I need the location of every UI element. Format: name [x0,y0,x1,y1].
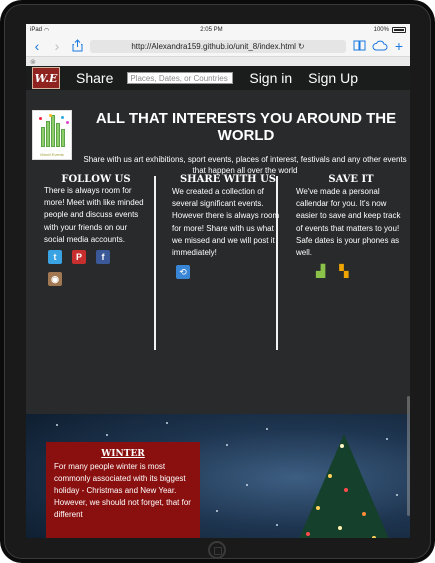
cloud-icon [372,40,388,51]
follow-us-column: FOLLOW US There is always room for more!… [44,174,148,287]
winter-banner: WINTER For many people winter is most co… [26,414,410,538]
site-navbar: W.E Share Places, Dates, or Countries Si… [26,66,410,90]
share-icon[interactable]: ⟲ [176,265,190,280]
home-button[interactable] [208,541,226,559]
share-with-us-title: SHARE WITH US [179,174,277,185]
world-events-logo-image: World Events [32,110,72,160]
sign-in-link[interactable]: Sign in [249,70,292,86]
battery-icon [391,27,406,33]
instagram-icon[interactable]: ◉ [48,272,62,287]
browser-toolbar: ‹ › http://Alexandra159.github.io/unit_8… [26,36,410,57]
url-text: http://Alexandra159.github.io/unit_8/ind… [131,41,296,51]
hero-title: ALL THAT INTERESTS YOU AROUND THE WORLD [95,110,397,144]
screen: iPad ◠ 2:05 PM 100% ‹ › http://Alexandra… [26,24,410,538]
pinterest-icon[interactable]: P [72,250,86,265]
hero-section: World Events ALL THAT INTERESTS YOU AROU… [26,90,410,175]
battery-percent: 100% [373,27,389,33]
status-time: 2:05 PM [200,27,223,33]
twitter-icon[interactable]: t [48,250,62,265]
follow-us-title: FOLLOW US [61,174,131,185]
android-icon[interactable]: ▟ [316,265,325,277]
windows-icon[interactable]: ▚ [339,265,348,277]
search-input[interactable]: Places, Dates, or Countries [127,72,234,84]
facebook-icon[interactable]: f [96,250,110,265]
share-sheet-icon [72,38,82,51]
url-field[interactable]: http://Alexandra159.github.io/unit_8/ind… [90,39,346,53]
web-page: W.E Share Places, Dates, or Countries Si… [26,66,410,538]
bookmarks-button[interactable] [352,39,366,53]
share-sheet-button[interactable] [70,38,84,54]
cloud-tabs-button[interactable] [372,39,388,53]
column-divider [154,176,156,350]
nav-share-link[interactable]: Share [76,70,113,86]
save-it-column: SAVE IT We've made a personal callendar … [296,174,406,277]
winter-info-box: WINTER For many people winter is most co… [46,442,200,538]
status-left: iPad ◠ [30,27,49,34]
platform-icons: ▟ ▚ [302,265,406,277]
forward-button[interactable]: › [50,39,64,53]
save-it-title: SAVE IT [328,174,374,185]
column-divider [276,176,278,350]
site-logo[interactable]: W.E [32,67,60,89]
hero-subtitle: Share with us art exhibitions, sport eve… [83,155,407,175]
winter-title: WINTER [101,449,145,459]
new-tab-button[interactable]: + [392,39,406,53]
status-right: 100% [374,27,406,33]
winter-text: For many people winter is most commonly … [54,462,191,519]
back-button[interactable]: ‹ [30,39,44,53]
logo-caption: World Events [40,152,64,157]
christmas-tree-image [296,434,392,538]
status-bar: iPad ◠ 2:05 PM 100% [26,24,410,36]
search-placeholder: Places, Dates, or Countries [130,73,228,83]
share-with-us-column: SHARE WITH US We created a collection of… [172,174,284,280]
social-icons: t P f [48,250,148,265]
wifi-icon: ◠ [44,27,50,34]
follow-us-text: There is always room for more! Meet with… [44,186,144,244]
feature-columns: FOLLOW US There is always room for more!… [26,174,410,388]
close-tab-icon[interactable]: ⊗ [30,58,36,66]
sign-up-link[interactable]: Sign Up [308,70,358,86]
share-with-us-text: We created a collection of several signi… [172,187,280,258]
reload-icon[interactable]: ↻ [298,42,305,51]
book-icon [353,40,365,51]
device-frame: iPad ◠ 2:05 PM 100% ‹ › http://Alexandra… [0,0,435,563]
carrier-label: iPad [30,27,43,33]
page-scrollbar[interactable] [407,396,410,516]
save-it-text: We've made a personal callendar for you.… [296,187,401,258]
